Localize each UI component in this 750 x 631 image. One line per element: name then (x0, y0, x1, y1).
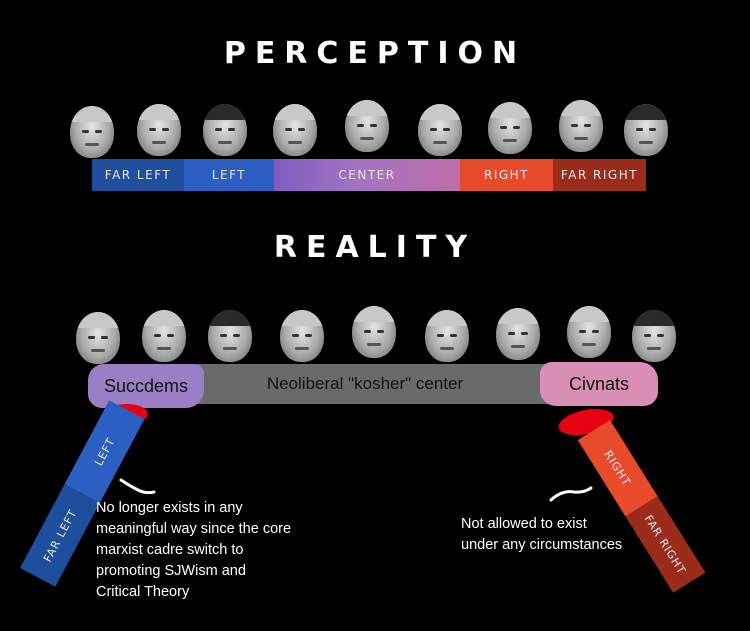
succdems-blob: Succdems (88, 364, 204, 408)
face-3 (203, 104, 247, 156)
right-tilted-bar: RIGHT FAR RIGHT (577, 420, 706, 593)
right-note: Not allowed to exist under any circumsta… (461, 514, 622, 556)
succdems-label: Succdems (103, 375, 189, 396)
left-note-line: marxist cadre switch to (96, 542, 244, 558)
face-9 (632, 310, 676, 362)
face-6 (418, 104, 462, 156)
left-note-line: Critical Theory (96, 584, 190, 600)
right-squiggle-mark (549, 486, 593, 502)
face-2 (142, 310, 186, 362)
face-4 (280, 310, 324, 362)
face-4 (273, 104, 317, 156)
perception-seg-far-right: FAR RIGHT (553, 159, 646, 191)
left-squiggle-mark (119, 478, 156, 495)
face-5 (345, 100, 389, 152)
tilted-seg-far-right: FAR RIGHT (625, 496, 706, 593)
perception-seg-right: RIGHT (460, 159, 553, 191)
face-1 (70, 106, 114, 158)
tilted-seg-far-left: FAR LEFT (20, 484, 100, 587)
face-3 (208, 310, 252, 362)
civnats-label: Civnats (568, 373, 630, 394)
left-note-line: meaningful way since the core (96, 521, 292, 537)
face-5 (352, 306, 396, 358)
civnats-blob: Civnats (540, 362, 658, 406)
perception-seg-far-left: FAR LEFT (92, 159, 184, 191)
left-note: No longer exists in any meaningful way s… (96, 498, 291, 603)
perception-seg-center: CENTER (274, 159, 460, 191)
face-7 (488, 102, 532, 154)
right-note-line: Not allowed to exist (461, 516, 587, 532)
left-note-line: promoting SJWism and (96, 563, 246, 579)
reality-title: REALITY (273, 230, 477, 265)
left-note-line: No longer exists in any (96, 500, 243, 516)
face-9 (624, 104, 668, 156)
reality-center-label: Neoliberal "kosher" center (266, 374, 464, 393)
face-8 (567, 306, 611, 358)
face-1 (76, 312, 120, 364)
right-note-line: under any circumstances (461, 537, 623, 553)
face-8 (559, 100, 603, 152)
face-6 (425, 310, 469, 362)
perception-seg-left: LEFT (184, 159, 274, 191)
face-7 (496, 308, 540, 360)
perception-title: PERCEPTION (223, 36, 527, 71)
face-2 (137, 104, 181, 156)
